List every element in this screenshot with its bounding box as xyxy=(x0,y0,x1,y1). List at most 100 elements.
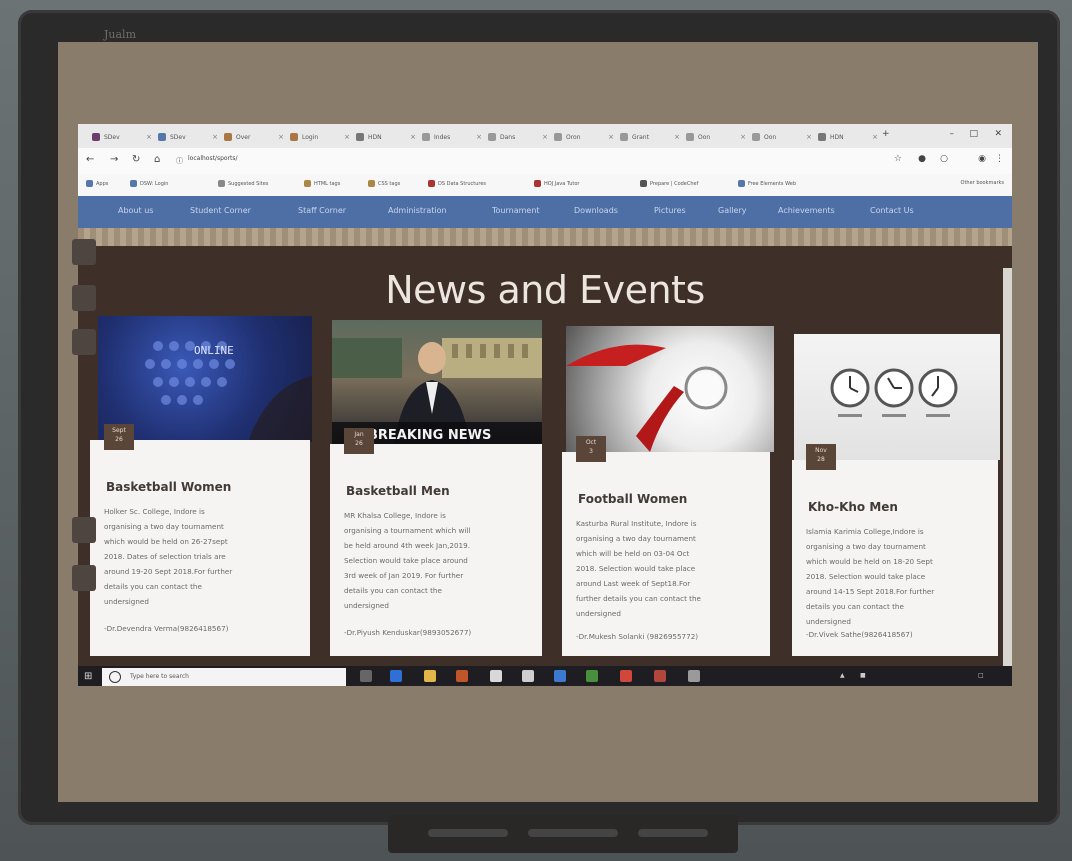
clocks-image xyxy=(830,368,958,417)
network-icon[interactable]: ▲ xyxy=(840,672,845,679)
nav-item[interactable]: Administration xyxy=(388,206,447,215)
bookmark-item[interactable]: Suggested Sites xyxy=(218,180,268,187)
bookmark-icon xyxy=(130,180,137,187)
address-bar: ← → ↻ ⌂ ⓘ localhost/sports/ ☆ ● ○ ◉ ⋮ xyxy=(78,148,1012,174)
card-image-text: ONLINE xyxy=(194,344,234,357)
store-icon[interactable] xyxy=(490,670,502,682)
reload-icon[interactable]: ↻ xyxy=(132,154,140,165)
line-tool-icon[interactable] xyxy=(72,565,96,591)
chrome-icon[interactable] xyxy=(620,670,632,682)
browser-tab[interactable]: Dans × xyxy=(482,127,552,147)
select-tool-icon[interactable] xyxy=(72,329,96,355)
card-image[interactable] xyxy=(794,334,1000,460)
app-icon[interactable] xyxy=(586,670,598,682)
nav-item[interactable]: Downloads xyxy=(574,206,618,215)
browser-tab[interactable]: Over × xyxy=(218,127,288,147)
profile-icon[interactable]: ◉ xyxy=(978,154,986,164)
news-card[interactable]: Nov 28 Kho-Kho Men Islamia Karimia Colle… xyxy=(792,444,998,656)
file-explorer-icon[interactable] xyxy=(424,670,436,682)
bookmark-label: CSS tags xyxy=(378,180,401,187)
tab-favicon-icon xyxy=(92,133,100,141)
forward-icon[interactable]: → xyxy=(110,154,118,165)
volume-icon[interactable]: ■ xyxy=(860,672,866,679)
windows-start-icon[interactable]: ⊞ xyxy=(84,671,94,682)
card-title: Basketball Men xyxy=(346,484,450,498)
news-card[interactable]: Jan 26 Basketball Men MR Khalsa College,… xyxy=(330,428,542,656)
menu-icon[interactable]: ⋮ xyxy=(995,154,1004,164)
browser-tab[interactable]: Oon × xyxy=(680,127,750,147)
url-field[interactable]: localhost/sports/ xyxy=(188,155,238,162)
browser-tab[interactable]: Login × xyxy=(284,127,354,147)
task-view-icon[interactable] xyxy=(360,670,372,682)
notification-icon[interactable]: □ xyxy=(978,672,984,679)
mail-icon[interactable] xyxy=(522,670,534,682)
nav-item[interactable]: Staff Corner xyxy=(298,206,346,215)
browser-tab[interactable]: Indes × xyxy=(416,127,486,147)
eraser-tool-icon[interactable] xyxy=(72,285,96,311)
app-icon[interactable] xyxy=(688,670,700,682)
browser-tab[interactable]: HDN × xyxy=(350,127,420,147)
page-title: News and Events xyxy=(385,268,705,312)
edge-icon[interactable] xyxy=(390,670,402,682)
nav-item[interactable]: Achievements xyxy=(778,206,835,215)
browser-tab[interactable]: SDev × xyxy=(152,127,222,147)
minimize-icon[interactable]: – xyxy=(950,129,955,139)
nav-item[interactable]: Student Corner xyxy=(190,206,251,215)
browser-tab[interactable]: SDev × xyxy=(86,127,156,147)
nav-item[interactable]: Tournament xyxy=(492,206,540,215)
opera-icon[interactable]: ○ xyxy=(940,154,948,164)
card-body: Holker Sc. College, Indore is organising… xyxy=(104,507,233,606)
app-icon[interactable] xyxy=(554,670,566,682)
cortana-icon[interactable] xyxy=(109,671,121,683)
vlc-icon[interactable] xyxy=(456,670,468,682)
page-scrollbar[interactable] xyxy=(1003,268,1012,686)
news-card[interactable]: Sept 26 Basketball Women Holker Sc. Coll… xyxy=(90,424,310,656)
bookmark-label: HTML tags xyxy=(314,180,341,187)
pen-icon[interactable] xyxy=(528,829,618,837)
nav-item[interactable]: Contact Us xyxy=(870,206,914,215)
pen-tool-icon[interactable] xyxy=(72,239,96,265)
browser-tab[interactable]: Oon × xyxy=(746,127,816,147)
tab-label: HDN xyxy=(368,133,382,141)
app-icon[interactable] xyxy=(654,670,666,682)
bookmark-item[interactable]: Prepare | CodeChef xyxy=(640,180,698,187)
info-icon[interactable]: ⓘ xyxy=(176,156,183,166)
bookmark-item[interactable]: DSW: Login xyxy=(130,180,168,187)
bookmark-item[interactable]: Free Elements Web xyxy=(738,180,796,187)
extension-icon[interactable]: ● xyxy=(918,154,926,164)
date-badge: Oct 3 xyxy=(576,436,606,462)
tab-favicon-icon xyxy=(620,133,628,141)
taskbar-search[interactable]: Type here to search xyxy=(102,668,346,686)
tab-close-icon[interactable]: × xyxy=(872,133,878,141)
home-icon[interactable]: ⌂ xyxy=(154,154,160,165)
bookmark-item[interactable]: HTML tags xyxy=(304,180,340,187)
card-image[interactable] xyxy=(566,326,774,452)
back-icon[interactable]: ← xyxy=(86,154,94,165)
bookmark-item[interactable]: DS Data Structures xyxy=(428,180,486,187)
date-day: 26 xyxy=(355,440,363,447)
close-icon[interactable]: ✕ xyxy=(994,129,1002,139)
nav-item[interactable]: About us xyxy=(118,206,153,215)
news-card[interactable]: Oct 3 Football Women Kasturba Rural Inst… xyxy=(562,436,770,656)
maximize-icon[interactable]: □ xyxy=(969,129,978,139)
nav-item[interactable]: Gallery xyxy=(718,206,747,215)
card-contact: -Dr.Devendra Verma(9826418567) xyxy=(104,624,229,633)
nav-item[interactable]: Pictures xyxy=(654,206,686,215)
browser-tab[interactable]: HDN × xyxy=(812,127,882,147)
pen-icon[interactable] xyxy=(428,829,508,837)
date-day: 28 xyxy=(817,456,825,463)
bookmark-item[interactable]: CSS tags xyxy=(368,180,400,187)
new-tab-icon[interactable]: + xyxy=(882,129,890,139)
browser-tab[interactable]: Grant × xyxy=(614,127,684,147)
tab-favicon-icon xyxy=(686,133,694,141)
shape-tool-icon[interactable] xyxy=(72,517,96,543)
browser-tab[interactable]: Oron × xyxy=(548,127,618,147)
bookmark-item[interactable]: HOJ Java Tutor xyxy=(534,180,579,187)
bookmark-item[interactable]: Apps xyxy=(86,180,108,187)
star-icon[interactable]: ☆ xyxy=(894,154,902,164)
other-bookmarks[interactable]: Other bookmarks xyxy=(961,180,1004,186)
card-image-text: BREAKING NEWS xyxy=(368,428,491,443)
date-month: Sept xyxy=(112,427,126,434)
eraser-icon[interactable] xyxy=(638,829,708,837)
windows-taskbar: ⊞ Type here to search ▲ ■ □ xyxy=(78,666,1012,686)
